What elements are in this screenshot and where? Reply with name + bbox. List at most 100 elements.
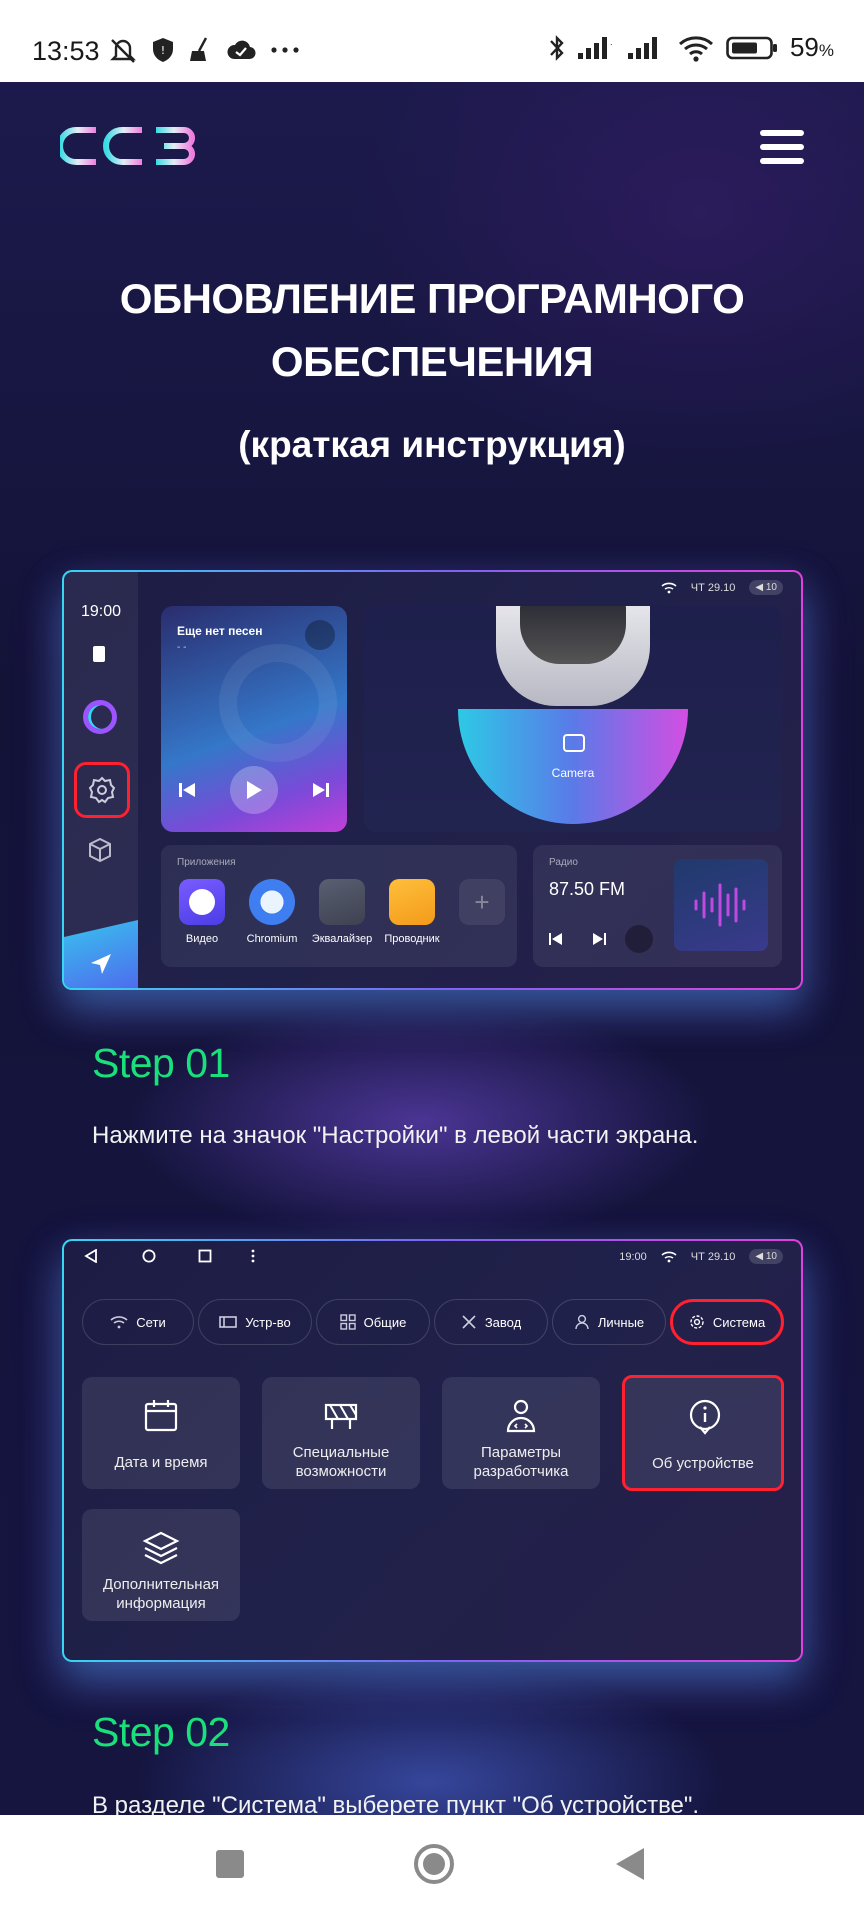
apps-widget: Приложения Видео Chromium Эквалайзер Про…	[161, 845, 517, 967]
music-artist: - -	[177, 642, 187, 653]
radio-signal-icon[interactable]	[625, 925, 653, 953]
site-logo[interactable]	[57, 124, 196, 168]
settings-button-highlighted[interactable]	[74, 762, 130, 818]
disc-icon	[219, 644, 337, 762]
svg-text:.: .	[610, 38, 613, 47]
accessibility-icon	[324, 1403, 358, 1429]
screen2-date: ЧТ 29.10	[690, 1250, 736, 1263]
recents-button[interactable]	[216, 1850, 244, 1878]
navigation-button[interactable]	[64, 920, 138, 988]
calendar-icon	[144, 1400, 178, 1432]
card-developer-options[interactable]: Параметры разработчика	[442, 1377, 600, 1489]
step1-screenshot: 19:00 ЧТ 29.10 ◀ 10 Еще нет песен - - Ca…	[62, 570, 803, 990]
tab-general[interactable]: Общие	[316, 1299, 430, 1345]
cube-icon[interactable]	[86, 836, 114, 869]
music-title: Еще нет песен	[177, 624, 263, 638]
web-page: ОБНОВЛЕНИЕ ПРОГРАМНОГО ОБЕСПЕЧЕНИЯ (крат…	[0, 82, 864, 1815]
volume-badge: ◀ 10	[749, 580, 783, 595]
home-circle-icon[interactable]	[142, 1249, 156, 1263]
more-dots-icon	[271, 47, 299, 53]
app-equalizer[interactable]: Эквалайзер	[307, 879, 377, 945]
wifi-icon	[678, 35, 713, 62]
home-button[interactable]	[414, 1844, 454, 1884]
screen2-clock: 19:00	[619, 1250, 647, 1263]
music-widget[interactable]: Еще нет песен - -	[161, 606, 347, 832]
wifi-icon	[110, 1316, 128, 1329]
cc3-logo-icon	[57, 127, 195, 165]
camera-widget[interactable]: Camera	[364, 606, 782, 832]
side-dock: 19:00	[64, 572, 138, 988]
back-triangle-icon[interactable]	[84, 1249, 98, 1263]
next-track-icon[interactable]	[312, 782, 330, 798]
step1-title: Step 01	[92, 1040, 230, 1086]
gear-icon	[690, 1315, 704, 1329]
mute-bell-icon	[110, 39, 136, 63]
system-navigation-bar	[0, 1815, 864, 1920]
display-icon	[219, 1316, 238, 1328]
app-video[interactable]: Видео	[167, 879, 237, 945]
status-bar: 13:53 ! . 59%	[0, 0, 864, 82]
menu-button[interactable]	[760, 130, 804, 164]
battery-icon	[726, 36, 777, 59]
status-time: 13:53	[32, 36, 100, 66]
volume-badge: ◀ 10	[749, 1249, 783, 1264]
radio-frequency: 87.50 FM	[549, 879, 626, 899]
radio-next-icon[interactable]	[593, 933, 607, 945]
camera-icon	[563, 734, 585, 752]
add-app-button[interactable]: +	[447, 879, 517, 933]
back-button[interactable]	[616, 1848, 644, 1880]
equalizer-icon	[319, 879, 365, 925]
radio-heading: Радио	[549, 857, 578, 868]
android-nav-top: 19:00 ЧТ 29.10 ◀ 10	[64, 1241, 801, 1269]
step2-text: В разделе "Система" выберете пункт "Об у…	[92, 1792, 700, 1815]
card-date-time[interactable]: Дата и время	[82, 1377, 240, 1489]
svg-text:!: !	[161, 44, 165, 57]
card-accessibility[interactable]: Специальные возможности	[262, 1377, 420, 1489]
tab-factory[interactable]: Завод	[434, 1299, 548, 1345]
card-about-device-highlighted[interactable]: Об устройстве	[622, 1375, 784, 1491]
tab-networks[interactable]: Сети	[82, 1299, 194, 1345]
gear-icon	[88, 776, 116, 804]
broom-icon	[190, 37, 208, 61]
person-icon	[575, 1314, 589, 1330]
card-additional-info[interactable]: Дополнительная информация	[82, 1509, 240, 1621]
signal-icon: .	[577, 36, 613, 59]
assistant-ring-icon[interactable]	[83, 700, 117, 734]
camera-label: Camera	[551, 766, 595, 780]
speaker-icon: ◀	[755, 582, 764, 593]
cloud-music-icon[interactable]	[305, 620, 335, 650]
tools-icon	[462, 1315, 476, 1329]
app-file-manager[interactable]: Проводник	[377, 879, 447, 945]
radio-widget[interactable]: Радио 87.50 FM	[533, 845, 782, 967]
layers-icon	[142, 1531, 180, 1565]
previous-track-icon[interactable]	[178, 782, 196, 798]
tab-system[interactable]: Система	[670, 1299, 784, 1345]
radio-prev-icon[interactable]	[549, 933, 563, 945]
status-right-icons: . 59%	[548, 32, 834, 63]
car-image	[496, 606, 650, 706]
page-title: ОБНОВЛЕНИЕ ПРОГРАМНОГО ОБЕСПЕЧЕНИЯ	[119, 275, 745, 385]
wifi-icon	[661, 1251, 677, 1262]
screen1-date: ЧТ 29.10	[690, 581, 736, 594]
chromium-icon	[249, 879, 295, 925]
overflow-menu-icon[interactable]	[250, 1249, 256, 1263]
cloud-check-icon	[227, 40, 256, 60]
screen1-topbar: ЧТ 29.10 ◀ 10	[661, 580, 783, 595]
send-arrow-icon	[91, 954, 111, 974]
video-icon	[179, 879, 225, 925]
play-button[interactable]	[230, 766, 278, 814]
step2-screenshot: 19:00 ЧТ 29.10 ◀ 10 Сети Устр-во Общие З…	[62, 1239, 803, 1662]
radio-wave-icon	[674, 859, 768, 951]
dock-clock: 19:00	[81, 603, 122, 620]
wifi-icon	[661, 582, 677, 593]
folder-icon	[389, 879, 435, 925]
grid-icon	[339, 1314, 356, 1330]
tab-personal[interactable]: Личные	[552, 1299, 666, 1345]
app-chromium[interactable]: Chromium	[237, 879, 307, 945]
developer-icon	[506, 1399, 536, 1433]
settings-tabs: Сети Устр-во Общие Завод Личные Система	[82, 1299, 784, 1345]
tab-device[interactable]: Устр-во	[198, 1299, 312, 1345]
recents-square-icon[interactable]	[198, 1249, 212, 1263]
plus-icon: +	[459, 879, 505, 925]
notification-icon[interactable]	[93, 646, 105, 662]
